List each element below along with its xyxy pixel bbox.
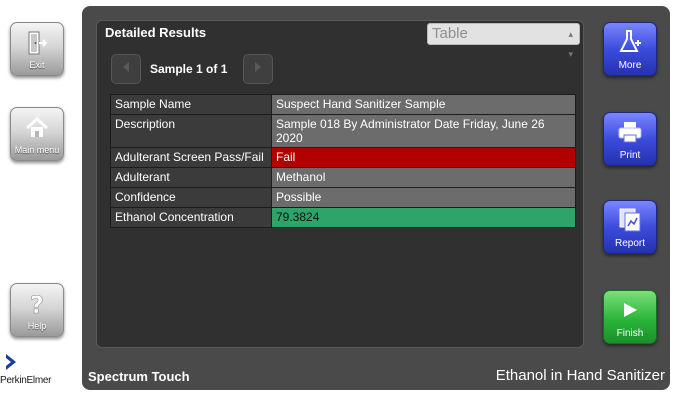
question-mark-icon: ?	[10, 289, 64, 319]
svg-text:?: ?	[30, 291, 44, 317]
next-sample-button[interactable]	[243, 54, 273, 84]
row-value: Sample 018 By Administrator Date Friday,…	[271, 114, 576, 148]
flask-plus-icon	[603, 27, 657, 57]
finish-button[interactable]: Finish	[603, 290, 657, 344]
chevron-updown-icon: ▴ ▾	[568, 29, 573, 59]
panel-title: Detailed Results	[105, 25, 207, 40]
more-button[interactable]: More	[603, 22, 657, 76]
perkinelmer-logo-text: PerkinElmer	[0, 375, 52, 386]
exit-door-icon	[10, 28, 64, 58]
row-value-concentration: 79.3824	[271, 207, 576, 228]
app-name: Spectrum Touch	[88, 369, 190, 384]
arrow-right-icon	[252, 60, 264, 78]
table-row: Adulterant Screen Pass/Fail Fail	[110, 147, 576, 168]
previous-sample-button[interactable]	[111, 54, 141, 84]
results-table: Sample Name Suspect Hand Sanitizer Sampl…	[110, 94, 576, 228]
row-key: Adulterant Screen Pass/Fail	[110, 147, 272, 168]
main-menu-label: Main menu	[14, 145, 60, 155]
view-select-value: Table	[432, 25, 468, 42]
help-label: Help	[27, 321, 47, 331]
print-button[interactable]: Print	[603, 112, 657, 166]
row-value: Suspect Hand Sanitizer Sample	[271, 94, 576, 115]
print-label: Print	[619, 150, 641, 161]
table-row: Ethanol Concentration 79.3824	[110, 207, 576, 228]
report-label: Report	[614, 238, 645, 249]
row-value: Possible	[271, 187, 576, 208]
row-value-fail: Fail	[271, 147, 576, 168]
main-menu-button[interactable]: Main menu	[10, 107, 64, 161]
exit-button[interactable]: Exit	[10, 22, 64, 76]
method-name: Ethanol in Hand Sanitizer	[495, 367, 665, 384]
row-key: Ethanol Concentration	[110, 207, 272, 228]
report-pages-icon	[603, 205, 657, 235]
view-select[interactable]: Table ▴ ▾	[427, 23, 580, 59]
perkinelmer-logo	[6, 354, 16, 370]
row-key: Description	[110, 114, 272, 148]
more-label: More	[618, 60, 642, 71]
finish-label: Finish	[616, 328, 644, 339]
row-key: Confidence	[110, 187, 272, 208]
home-icon	[10, 113, 64, 143]
arrow-left-icon	[120, 60, 132, 78]
table-row: Confidence Possible	[110, 187, 576, 208]
row-value: Methanol	[271, 167, 576, 188]
row-key: Sample Name	[110, 94, 272, 115]
sample-counter: Sample 1 of 1	[150, 62, 228, 76]
table-row: Adulterant Methanol	[110, 167, 576, 188]
printer-icon	[603, 117, 657, 147]
play-arrow-icon	[603, 295, 657, 325]
report-button[interactable]: Report	[603, 200, 657, 254]
exit-label: Exit	[29, 60, 45, 70]
help-button[interactable]: ? Help	[10, 283, 64, 337]
table-row: Sample Name Suspect Hand Sanitizer Sampl…	[110, 94, 576, 115]
table-row: Description Sample 018 By Administrator …	[110, 114, 576, 148]
row-key: Adulterant	[110, 167, 272, 188]
